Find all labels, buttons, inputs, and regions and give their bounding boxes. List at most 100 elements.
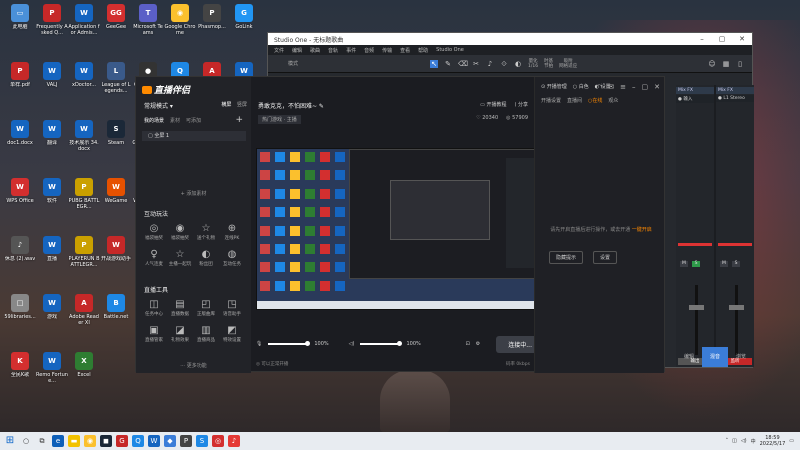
feature-item[interactable]: ♀ 人气连麦 [142,249,166,273]
system-volume-slider[interactable] [360,341,403,346]
taskbar-app-icon[interactable]: ◼ [100,435,112,447]
ime-icon[interactable]: 中 [751,438,756,445]
tab-room[interactable]: 直播间 [567,97,582,104]
volume-fader[interactable] [689,285,704,355]
desktop-icon[interactable]: ♪ 休息 (2).wav [4,236,36,268]
tab-2[interactable]: 浏览 [728,347,754,367]
tab-online[interactable]: ○在线 [588,97,602,104]
menu-item[interactable]: 帮助 [418,47,428,54]
feature-item[interactable]: ◩ 特效设置 [220,325,244,349]
theme-toggle[interactable]: ○ 白色 [573,83,589,90]
timebase-control[interactable]: 时基 节拍 [544,59,553,69]
maximize-button[interactable]: ▢ [712,35,732,43]
fader-knob[interactable] [689,305,704,310]
room-title[interactable]: 勇敢克克，不怕困难~ ✎ [258,101,324,110]
share-link[interactable]: ⟨ 分享 [514,101,528,108]
desktop-icon[interactable]: P PLAYERUN BATTLEGR... [68,236,100,268]
desktop-icon[interactable]: A Adobe Reader XI [68,294,100,326]
desktop-icon[interactable]: W VALJ [36,62,68,94]
network-icon[interactable]: ◫ [732,438,737,444]
listen-tool-icon[interactable]: ◐ [514,60,522,68]
eraser-tool-icon[interactable]: ⌫ [458,60,468,68]
mic-volume-slider[interactable] [268,341,311,346]
desktop-icon[interactable]: Wdoc1.docx [4,120,36,152]
menu-item[interactable]: Studio One [436,47,464,53]
headset-icon[interactable]: ◠ [596,83,602,91]
minimize-icon[interactable]: – [632,83,636,91]
settings-icon[interactable]: ⚙ [476,341,480,347]
scissors-tool-icon[interactable]: ✂ [472,60,480,68]
desktop-icon[interactable]: G GoLink [228,4,260,36]
menu-item[interactable]: 查看 [400,47,410,54]
menu-item[interactable]: 编辑 [292,47,302,54]
taskbar-app-icon[interactable]: ◆ [164,435,176,447]
more-features-button[interactable]: ⋯ 更多功能 [136,362,251,369]
desktop-icon[interactable]: W 直播 [36,236,68,268]
channel-name[interactable]: Mix FX [676,87,714,94]
fader-knob[interactable] [729,305,744,310]
close-button[interactable]: ✕ [732,35,752,43]
arrow-tool-icon[interactable]: ↖ [430,59,439,68]
feature-item[interactable]: ◐ 粉丝团 [194,249,218,273]
side-settings-button[interactable]: 设置 [593,251,618,264]
menu-item[interactable]: 文件 [274,47,284,54]
mail-icon[interactable]: ✉ [608,83,614,91]
volume-fader[interactable] [729,285,744,355]
add-scene-icon[interactable]: + [235,115,243,125]
desktop-icon[interactable]: ▭ 此电脑 [4,4,36,36]
channel-name[interactable]: Mix FX [716,87,754,94]
taskbar-app-icon[interactable]: S [196,435,208,447]
feature-item[interactable]: ☆ 主播一起玩 [168,249,192,273]
record-icon[interactable]: ⊡ [466,341,470,347]
desktop-icon[interactable]: K 全民K歌 [4,352,36,384]
feature-item[interactable]: ◳ 语音助手 [220,299,244,323]
taskbar-app-icon[interactable]: ▬ [68,435,80,447]
minimize-button[interactable]: – [692,35,712,43]
speaker-icon[interactable]: ◁) [349,341,355,347]
feature-item[interactable]: ◍ 互动任务 [220,249,244,273]
stream-preview[interactable] [256,148,544,310]
pencil-tool-icon[interactable]: ✎ [444,60,452,68]
maximize-icon[interactable]: ▢ [642,83,649,91]
desktop-icon[interactable]: W WPS Office [4,178,36,210]
desktop-icon[interactable]: L League of Legends... [100,62,132,94]
bend-tool-icon[interactable]: ⟐ [500,60,508,68]
taskbar-app-icon[interactable]: ◎ [212,435,224,447]
desktop-icon[interactable]: W Remo Fortune... [36,352,68,384]
feature-item[interactable]: ▥ 直播商品 [194,325,218,349]
taskbar-app-icon[interactable]: ⧉ [36,435,48,447]
tutorial-link[interactable]: ▭ 开播教程 [480,101,506,108]
feature-item[interactable]: ▣ 直播管家 [142,325,166,349]
feature-item[interactable]: ◫ 任务中心 [142,299,166,323]
desktop-icon[interactable]: S Steam [100,120,132,152]
taskbar-app-icon[interactable]: ⊞ [4,435,16,447]
desktop-icon[interactable]: P 单样.pdf [4,62,36,94]
desktop-icon[interactable]: W Application for Admis... [68,4,100,36]
menu-item[interactable]: 音频 [364,47,374,54]
desktop-icon[interactable]: GG GeeGee [100,4,132,36]
menu-icon[interactable]: ≡ [620,83,626,91]
document-icon[interactable]: ▯ [736,60,744,68]
desktop-icon[interactable]: W 翻译 [36,120,68,152]
tab-1[interactable]: 混音 [702,347,728,367]
taskbar-app-icon[interactable]: ○ [20,435,32,447]
feature-item[interactable]: ▤ 直播数据 [168,299,192,323]
menu-item[interactable]: 音轨 [328,47,338,54]
room-category-tag[interactable]: 热门游戏 · 主播 [258,115,301,124]
feature-item[interactable]: ☆ 送个礼物 [194,223,218,247]
hide-tip-button[interactable]: 隐藏提示 [549,251,584,264]
taskbar-app-icon[interactable]: ♪ [228,435,240,447]
menu-item[interactable]: 歌曲 [310,47,320,54]
desktop-icon[interactable]: ◉ Google Chrome [164,4,196,36]
quantize-control[interactable]: 量化 1/16 [528,59,538,69]
user-icon[interactable]: ☺ [708,60,716,68]
volume-icon[interactable]: ◁) [741,438,747,444]
desktop-icon[interactable]: □ 59libraries... [4,294,36,326]
menu-item[interactable]: 事件 [346,47,356,54]
taskbar-app-icon[interactable]: G [116,435,128,447]
desktop-icon[interactable]: P Frequently Asked Q... [36,4,68,36]
tab-live-settings[interactable]: 开播设置 [541,97,561,104]
studio-one-titlebar[interactable]: Studio One - 无标题歌曲 – ▢ ✕ [268,33,752,45]
snap-control[interactable]: 吸附 网格适应 [559,59,577,69]
mute-tool-icon[interactable]: ♪ [486,60,494,68]
